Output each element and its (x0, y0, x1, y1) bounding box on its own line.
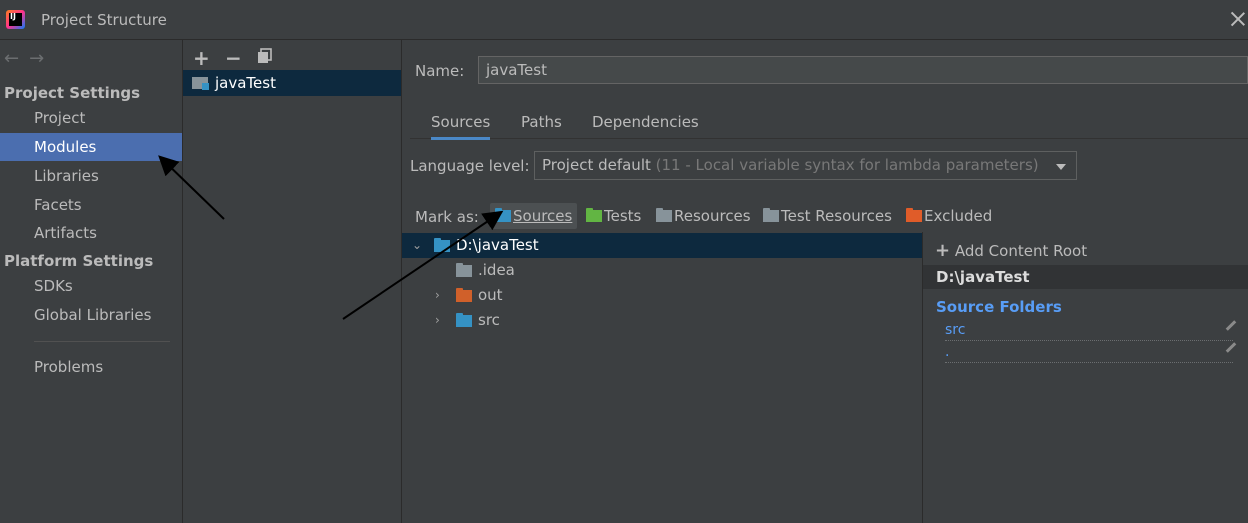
mark-as-label: Mark as: (415, 208, 479, 226)
arrow-left-icon[interactable]: ← (4, 48, 29, 69)
nav-item-global-libraries[interactable]: Global Libraries (0, 301, 182, 329)
tab-paths[interactable]: Paths (521, 113, 562, 131)
mark-test-resources-label: Test Resources (781, 207, 892, 225)
nav-item-project[interactable]: Project (0, 104, 182, 132)
nav-divider (34, 341, 170, 342)
settings-nav: ←→ Project Settings Project Modules Libr… (0, 40, 183, 523)
sources-folder-icon (495, 208, 511, 222)
source-folder-label: src (945, 322, 966, 338)
folder-icon (434, 238, 450, 252)
project-settings-header: Project Settings (4, 84, 141, 102)
add-content-root-button[interactable]: + Add Content Root (935, 240, 1087, 261)
mark-tests-button[interactable]: Tests (586, 203, 641, 229)
nav-item-modules[interactable]: Modules (0, 133, 182, 161)
mark-excluded-button[interactable]: Excluded (906, 203, 992, 229)
test-resources-folder-icon (763, 208, 779, 222)
source-folder-row[interactable]: . (945, 342, 1237, 363)
edit-icon[interactable] (1225, 342, 1237, 353)
tree-item-label: out (478, 286, 503, 304)
nav-item-problems[interactable]: Problems (0, 353, 182, 381)
tab-sources[interactable]: Sources (431, 113, 491, 140)
nav-item-facets[interactable]: Facets (0, 191, 182, 219)
add-icon: + (935, 240, 951, 261)
tree-row-root[interactable]: ⌄ D:\javaTest (402, 233, 922, 258)
source-folder-label: . (945, 344, 950, 360)
copy-icon[interactable] (257, 45, 272, 63)
mark-resources-label: Resources (674, 207, 751, 225)
edit-icon[interactable] (1225, 320, 1237, 331)
language-level-hint: (11 - Local variable syntax for lambda p… (655, 156, 1039, 174)
add-icon[interactable]: + (193, 46, 210, 70)
remove-icon[interactable]: − (225, 46, 242, 70)
content-root-path: D:\javaTest (923, 265, 1248, 289)
mark-resources-button[interactable]: Resources (656, 203, 751, 229)
content-root-tree: ⌄ D:\javaTest .idea › out › src (402, 232, 923, 523)
language-level-label: Language level: (410, 157, 530, 175)
platform-settings-header: Platform Settings (4, 252, 154, 270)
tree-root-label: D:\javaTest (456, 236, 539, 254)
tree-item-label: src (478, 311, 500, 329)
chevron-down-icon[interactable]: ⌄ (412, 233, 422, 258)
mark-sources-label: Sources (513, 207, 573, 225)
nav-item-libraries[interactable]: Libraries (0, 162, 182, 190)
detail-tabs: Sources Paths Dependencies (410, 104, 1248, 140)
chevron-down-icon (1056, 164, 1066, 170)
tree-item-label: .idea (478, 261, 515, 279)
tab-dependencies[interactable]: Dependencies (592, 113, 699, 131)
nav-item-artifacts[interactable]: Artifacts (0, 219, 182, 247)
mark-excluded-label: Excluded (924, 207, 993, 225)
close-icon[interactable] (1230, 11, 1246, 27)
nav-history: ←→ (4, 48, 54, 69)
nav-item-sdks[interactable]: SDKs (0, 272, 182, 300)
source-folders-title: Source Folders (936, 298, 1062, 316)
tree-row-out[interactable]: › out (402, 283, 922, 308)
intellij-icon: IJ (6, 10, 25, 29)
excluded-folder-icon (456, 288, 472, 302)
folder-icon (456, 263, 472, 277)
module-name-field[interactable]: javaTest (478, 56, 1248, 84)
language-level-value: Project default (542, 156, 651, 174)
module-list-item[interactable]: javaTest (183, 70, 401, 96)
chevron-right-icon[interactable]: › (435, 283, 445, 308)
source-folder-row[interactable]: src (945, 320, 1237, 341)
mark-sources-button[interactable]: Sources (490, 203, 578, 229)
module-icon (192, 77, 209, 90)
title-bar: IJ Project Structure (0, 0, 1248, 40)
mark-tests-label: Tests (604, 207, 642, 225)
tree-row-idea[interactable]: .idea (402, 258, 922, 283)
arrow-right-icon[interactable]: → (29, 48, 54, 69)
module-name: javaTest (215, 74, 276, 92)
window-title: Project Structure (41, 11, 167, 29)
chevron-right-icon[interactable]: › (435, 308, 445, 333)
module-detail: Name: javaTest Sources Paths Dependencie… (402, 40, 1248, 523)
name-label: Name: (415, 62, 465, 80)
resources-folder-icon (656, 208, 672, 222)
add-content-root-label: Add Content Root (954, 242, 1088, 260)
tests-folder-icon (586, 208, 602, 222)
language-level-select[interactable]: Project default (11 - Local variable syn… (534, 151, 1077, 180)
mark-test-resources-button[interactable]: Test Resources (763, 203, 892, 229)
content-roots-panel: + Add Content Root D:\javaTest Source Fo… (923, 232, 1248, 523)
tree-row-src[interactable]: › src (402, 308, 922, 333)
modules-panel: + − javaTest (183, 40, 402, 523)
excluded-folder-icon (906, 208, 922, 222)
sources-folder-icon (456, 313, 472, 327)
